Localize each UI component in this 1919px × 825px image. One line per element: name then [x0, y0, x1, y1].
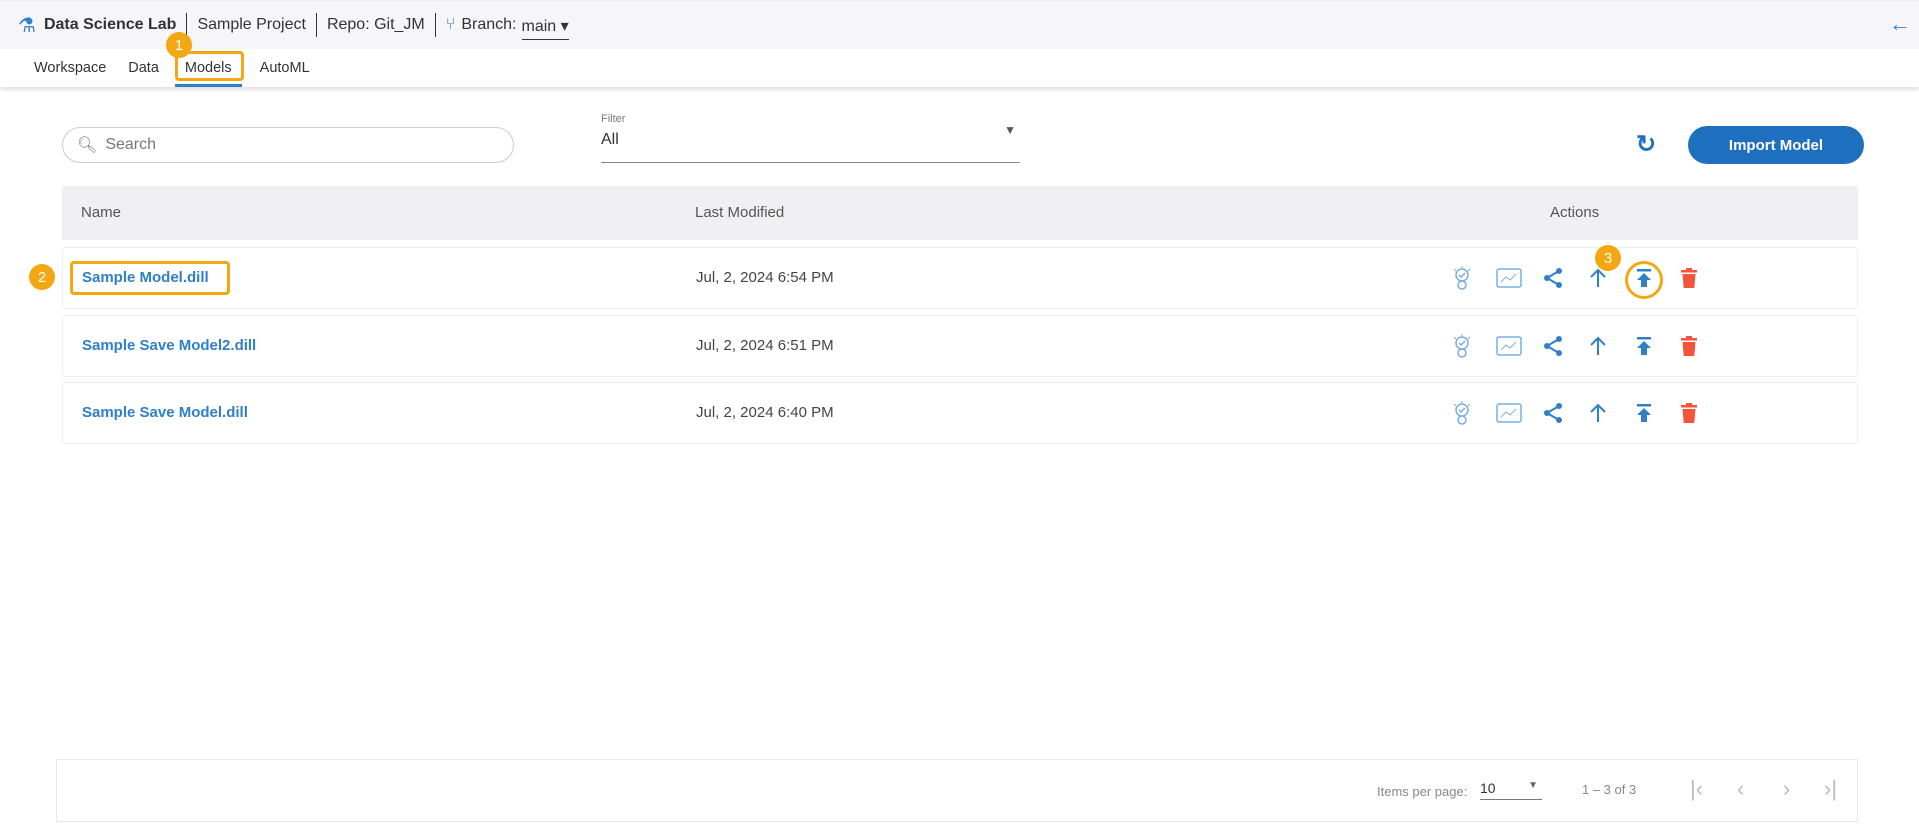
upload-arrow-icon[interactable] — [1584, 399, 1612, 427]
last-page-icon[interactable]: ›| — [1824, 776, 1837, 802]
filter-select[interactable]: Filter All ▼ — [601, 113, 1020, 163]
column-header-actions: Actions — [1550, 204, 1600, 221]
model-name-link[interactable]: Sample Save Model2.dill — [82, 337, 256, 354]
repo-name: Repo: Git_JM — [326, 16, 425, 33]
push-to-top-icon[interactable] — [1630, 399, 1658, 427]
previous-page-icon[interactable]: ‹ — [1737, 776, 1744, 802]
filter-label: Filter — [601, 113, 626, 125]
tab-data[interactable]: Data — [128, 49, 159, 87]
table-row: Sample Model.dill Jul, 2, 2024 6:54 PM — [62, 247, 1858, 309]
upload-arrow-icon[interactable] — [1584, 332, 1612, 360]
annotation-box-model-name — [70, 261, 230, 295]
tab-automl[interactable]: AutoML — [260, 49, 310, 87]
top-bar: ⚗ Data Science Lab Sample Project Repo: … — [0, 0, 1919, 49]
annotation-badge-2: 2 — [29, 264, 55, 290]
back-arrow-icon[interactable]: ← — [1889, 11, 1911, 37]
last-modified: Jul, 2, 2024 6:40 PM — [696, 404, 834, 421]
branch-icon: ⑂ — [445, 16, 456, 33]
table-header: Name Last Modified Actions — [62, 186, 1858, 240]
filter-value: All — [601, 131, 619, 148]
model-name-link[interactable]: Sample Save Model.dill — [82, 404, 248, 421]
delete-icon[interactable] — [1675, 399, 1703, 427]
last-modified: Jul, 2, 2024 6:54 PM — [696, 269, 834, 286]
search-icon: 🔍︎ — [77, 137, 98, 154]
annotation-badge-1: 1 — [166, 32, 192, 58]
column-header-last-modified: Last Modified — [695, 204, 785, 221]
pagination-range: 1 – 3 of 3 — [1582, 782, 1637, 797]
pagination-bar: Items per page: 10 ▼ 1 – 3 of 3 |‹ ‹ › ›| — [56, 759, 1858, 822]
model-explainer-icon[interactable] — [1448, 399, 1476, 427]
model-explainer-icon[interactable] — [1448, 332, 1476, 360]
items-per-page-label: Items per page: — [1377, 784, 1468, 799]
annotation-badge-3: 3 — [1595, 245, 1621, 271]
push-to-top-icon[interactable] — [1630, 332, 1658, 360]
dashboard-chart-icon[interactable] — [1495, 399, 1523, 427]
last-modified: Jul, 2, 2024 6:51 PM — [696, 337, 834, 354]
table-row: Sample Save Model2.dill Jul, 2, 2024 6:51… — [62, 315, 1858, 377]
tab-workspace[interactable]: Workspace — [34, 49, 106, 87]
table-row: Sample Save Model.dill Jul, 2, 2024 6:40 … — [62, 382, 1858, 444]
first-page-icon[interactable]: |‹ — [1690, 776, 1703, 802]
app-logo-icon: ⚗ — [18, 14, 36, 37]
project-name: Sample Project — [197, 16, 306, 33]
chevron-down-icon: ▼ — [1528, 780, 1538, 791]
app-title: Data Science Lab — [43, 16, 177, 33]
share-icon[interactable] — [1539, 399, 1567, 427]
delete-icon[interactable] — [1675, 332, 1703, 360]
share-icon[interactable] — [1539, 264, 1567, 292]
delete-icon[interactable] — [1675, 264, 1703, 292]
branch-select[interactable]: main ▾ — [521, 16, 569, 40]
refresh-icon[interactable]: ↻ — [1636, 130, 1656, 159]
model-explainer-icon[interactable] — [1448, 264, 1476, 292]
annotation-circle-push — [1625, 261, 1663, 299]
items-per-page-select[interactable]: 10 ▼ — [1480, 780, 1542, 800]
tab-bar: Workspace Data Models AutoML — [0, 49, 1919, 87]
next-page-icon[interactable]: › — [1783, 776, 1790, 802]
import-model-button[interactable]: Import Model — [1688, 126, 1864, 164]
dashboard-chart-icon[interactable] — [1495, 332, 1523, 360]
branch-label: Branch: — [461, 16, 517, 33]
share-icon[interactable] — [1539, 332, 1567, 360]
search-input[interactable]: 🔍︎ Search — [62, 127, 514, 163]
dashboard-chart-icon[interactable] — [1495, 264, 1523, 292]
column-header-name: Name — [81, 204, 122, 221]
chevron-down-icon: ▼ — [1004, 123, 1016, 137]
